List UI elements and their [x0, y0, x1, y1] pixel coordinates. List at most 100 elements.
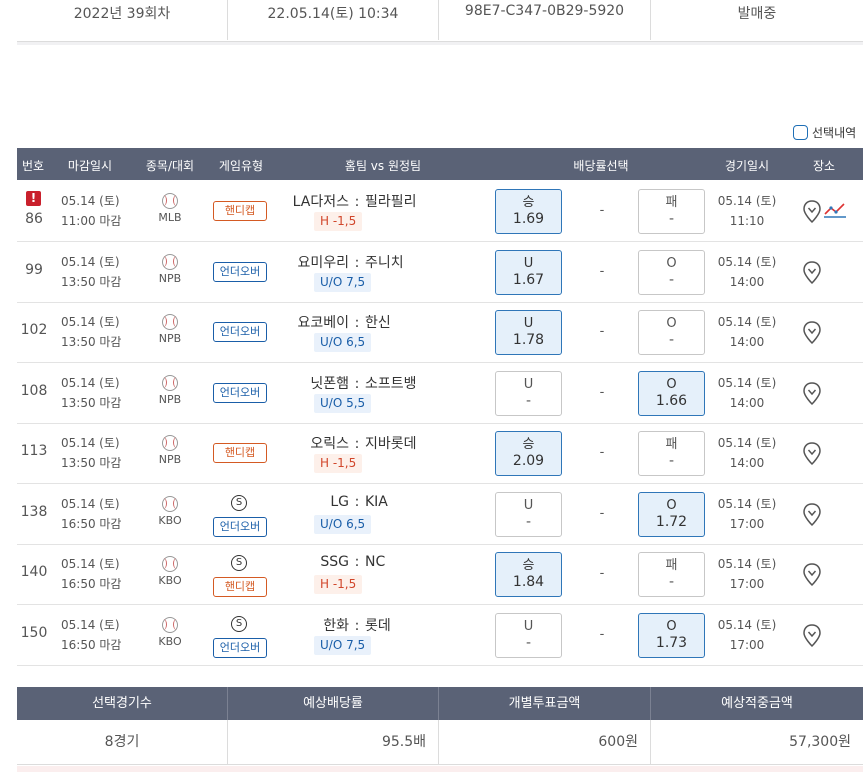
odds-a-value: 1.69 — [512, 211, 545, 227]
odds-option-b[interactable]: 패- — [638, 189, 705, 234]
game-number: 113 — [20, 443, 48, 459]
home-team: 요미우리 — [297, 255, 349, 271]
odds-option-b[interactable]: O 1.66 — [638, 371, 705, 416]
special-badge: S — [231, 616, 247, 632]
odds-option-a[interactable]: U- — [495, 492, 562, 537]
game-type-badge: 언더오버 — [213, 638, 267, 658]
home-team: 오릭스 — [310, 436, 349, 452]
game-row: 102 05.14 (토) 13:50 마감 NPB 언더오버 요코베이: 한신 U/O 6,… — [17, 302, 863, 363]
map-pin-icon[interactable] — [802, 502, 822, 528]
home-team: SSG — [320, 554, 349, 570]
summary-count: 8경기 — [17, 720, 228, 764]
sport-league: KBO — [155, 556, 185, 587]
away-team: 주니치 — [365, 255, 404, 271]
selection-toggle[interactable]: 선택내역 — [793, 124, 856, 141]
baseball-icon — [162, 617, 178, 633]
summary-header-odds: 예상배당률 — [228, 687, 439, 720]
header-venue: 장소 — [812, 159, 836, 173]
odds-option-b[interactable]: 패- — [638, 431, 705, 476]
game-list-header: 번호 마감일시 종목/대회 게임유형 홈팀 vs 원정팀 배당률선택 경기일시 … — [17, 148, 863, 180]
selection-checkbox[interactable] — [793, 125, 808, 140]
summary-stake: 600원 — [439, 720, 651, 764]
header-number: 번호 — [21, 159, 45, 173]
matchup: SSG: NC — [257, 554, 457, 570]
summary-header-payout: 예상적중금액 — [721, 696, 793, 711]
vs-separator: : — [354, 618, 360, 634]
away-team: 지바롯데 — [365, 436, 417, 452]
game-date: 05.14 (토) — [717, 557, 777, 571]
baseball-icon — [162, 556, 178, 572]
game-type-badge: 언더오버 — [213, 517, 267, 537]
draw-odds: - — [599, 264, 605, 279]
game-row: 99 05.14 (토) 13:50 마감 NPB 언더오버 요미우리: 주니치 U/O 7,… — [17, 242, 863, 303]
odds-b-label: O — [666, 316, 677, 331]
deadline-time: 11:00 마감 — [61, 214, 122, 228]
map-pin-icon[interactable] — [802, 260, 822, 286]
odds-option-a[interactable]: 승 1.84 — [495, 552, 562, 597]
odds-option-a[interactable]: U- — [495, 613, 562, 658]
header-deadline: 마감일시 — [67, 159, 113, 173]
deadline-date: 05.14 (토) — [61, 255, 120, 269]
odds-option-a[interactable]: U 1.67 — [495, 250, 562, 295]
deadline-date: 05.14 (토) — [61, 194, 120, 208]
map-pin-icon[interactable] — [802, 562, 822, 588]
slip-info-table: 2022년 39회차 22.05.14(토) 10:34 98E7-C347-0… — [17, 0, 863, 45]
special-badge: S — [231, 495, 247, 511]
league-name: NPB — [158, 332, 182, 345]
league-name: KBO — [158, 514, 182, 527]
summary-payout: 57,300원 — [789, 734, 851, 750]
handicap-line: H -1,5 — [314, 575, 363, 594]
matchup: 요미우리: 주니치 — [257, 252, 457, 272]
game-time: 14:00 — [729, 456, 765, 470]
draw-odds: - — [599, 324, 605, 339]
deadline-date: 05.14 (토) — [61, 315, 120, 329]
odds-option-b[interactable]: O- — [638, 310, 705, 355]
odds-b-value: - — [668, 272, 675, 288]
matchup: LA다저스: 필라필리 — [257, 191, 457, 211]
game-date: 05.14 (토) — [717, 315, 777, 329]
odds-option-a[interactable]: U- — [495, 371, 562, 416]
sport-league: KBO — [155, 617, 185, 648]
game-number: 150 — [20, 625, 48, 641]
odds-option-b[interactable]: O- — [638, 250, 705, 295]
home-team: 요코베이 — [297, 315, 349, 331]
vs-separator: : — [354, 315, 360, 331]
game-date: 05.14 (토) — [717, 376, 777, 390]
baseball-icon — [162, 375, 178, 391]
odds-option-b[interactable]: 패- — [638, 552, 705, 597]
game-row: 138 05.14 (토) 16:50 마감 KBO S 언더오버 LG: KIA U/O 6,… — [17, 484, 863, 545]
odds-a-value: - — [525, 514, 532, 530]
game-date: 05.14 (토) — [717, 255, 777, 269]
odds-a-label: U — [523, 256, 534, 271]
baseball-icon — [162, 193, 178, 209]
map-pin-icon[interactable] — [802, 199, 822, 225]
away-team: 필라필리 — [365, 194, 417, 210]
map-pin-icon[interactable] — [802, 320, 822, 346]
odds-option-b[interactable]: O 1.73 — [638, 613, 705, 658]
odds-a-label: 승 — [522, 558, 535, 573]
map-pin-icon[interactable] — [802, 381, 822, 407]
sport-league: NPB — [155, 314, 185, 345]
trend-chart-icon[interactable] — [823, 200, 847, 220]
map-pin-icon[interactable] — [802, 623, 822, 649]
odds-b-value: 1.73 — [655, 635, 688, 651]
home-team: LA다저스 — [292, 194, 349, 210]
vs-separator: : — [354, 436, 360, 452]
odds-option-a[interactable]: 승 1.69 — [495, 189, 562, 234]
home-team: 한화 — [323, 618, 349, 634]
game-number: 140 — [20, 564, 48, 580]
baseball-icon — [162, 254, 178, 270]
map-pin-icon[interactable] — [802, 441, 822, 467]
odds-option-b[interactable]: O 1.72 — [638, 492, 705, 537]
game-row: 108 05.14 (토) 13:50 마감 NPB 언더오버 닛폰햄: 소프트뱅 U/O 5… — [17, 363, 863, 424]
baseball-icon — [162, 496, 178, 512]
odds-a-label: U — [523, 316, 534, 331]
odds-b-label: O — [666, 256, 677, 271]
league-name: KBO — [158, 635, 182, 648]
odds-b-value: - — [668, 332, 675, 348]
deadline-time: 13:50 마감 — [61, 456, 122, 470]
odds-option-a[interactable]: U 1.78 — [495, 310, 562, 355]
odds-a-value: 1.67 — [512, 272, 545, 288]
deadline-time: 13:50 마감 — [61, 335, 122, 349]
odds-option-a[interactable]: 승 2.09 — [495, 431, 562, 476]
